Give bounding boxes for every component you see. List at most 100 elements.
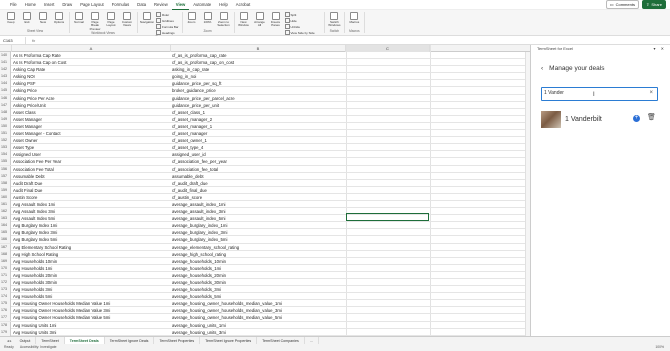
menu-tab-review[interactable]: Review	[150, 0, 172, 10]
cell-b[interactable]: average_assault_index_1mi	[171, 201, 345, 208]
cell-b[interactable]: average_housing_owner_households_median_…	[171, 307, 345, 314]
ribbon-button-switch-windows[interactable]: Switch Windows	[327, 12, 341, 28]
cell-b[interactable]: asking_in_cap_rate	[171, 66, 345, 73]
clear-search-icon[interactable]: ×	[649, 88, 653, 99]
cell-b[interactable]: cf_audit_draft_due	[171, 180, 345, 187]
cell-a[interactable]: Avg Burglary Index 5mi	[12, 236, 170, 243]
comments-button[interactable]: ▭ Comments	[605, 0, 639, 9]
deal-search-input[interactable]: 1 Vander I ×	[541, 87, 658, 101]
cell-a[interactable]: Asking NOI	[12, 73, 170, 80]
cell-b[interactable]: cf_audit_final_due	[171, 187, 345, 194]
cell-a[interactable]: Avg Households 30min	[12, 279, 170, 286]
cell-b[interactable]: cf_as_is_proforma_cap_rate	[171, 52, 345, 59]
cell-b[interactable]: assumable_debt	[171, 173, 345, 180]
cell-a[interactable]: Avg Housing Owner Households Median Valu…	[12, 307, 170, 314]
cell-a[interactable]: Asking Price/Unit	[12, 102, 170, 109]
cell-b[interactable]: average_households_3mi	[171, 286, 345, 293]
row-number[interactable]: 144	[0, 80, 11, 88]
row-number[interactable]: 152	[0, 137, 11, 145]
ribbon-option-hide[interactable]: Hide	[285, 18, 322, 23]
cell-a[interactable]: Austin Score	[12, 194, 170, 201]
cell-b[interactable]: average_households_5mi	[171, 293, 345, 300]
cell-b[interactable]: going_in_noi	[171, 73, 345, 80]
cell-a[interactable]: Avg Assault Index 5mi	[12, 215, 170, 222]
cell-a[interactable]: Asking Price Per Acre	[12, 95, 170, 102]
menu-tab-draw[interactable]: Draw	[58, 0, 76, 10]
row-number[interactable]: 160	[0, 193, 11, 201]
cell-a[interactable]: As Is Proforma Cap Rate	[12, 52, 170, 59]
ribbon-button-navigation[interactable]: Navigation	[140, 12, 154, 24]
row-number[interactable]: 157	[0, 172, 11, 180]
menu-tab-help[interactable]: Help	[215, 0, 232, 10]
cell-a[interactable]: Asking Price	[12, 87, 170, 94]
row-number[interactable]: 163	[0, 215, 11, 223]
cell-a[interactable]: Audit Draft Due	[12, 180, 170, 187]
cell-a[interactable]: Avg High School Rating	[12, 251, 170, 258]
cell-b[interactable]: average_housing_owner_households_median_…	[171, 314, 345, 321]
row-number[interactable]: 164	[0, 222, 11, 230]
cell-a[interactable]: Avg Assault Index 3mi	[12, 208, 170, 215]
cell-b[interactable]: guidance_price_per_unit	[171, 102, 345, 109]
ribbon-option-formula-bar[interactable]: Formula Bar	[156, 24, 179, 29]
select-all-corner[interactable]	[0, 45, 12, 52]
row-number[interactable]: 140	[0, 52, 11, 59]
cell-b[interactable]: cf_asset_class_1	[171, 109, 345, 116]
cell-a[interactable]: Avg Households 20min	[12, 272, 170, 279]
cell-b[interactable]: average_housing_units_3mi	[171, 329, 345, 336]
ribbon-button-normal[interactable]: Normal	[72, 12, 86, 24]
zoom-level[interactable]: 100%	[655, 344, 670, 351]
cell-b[interactable]: cf_austin_score	[171, 194, 345, 201]
cell-a[interactable]: Association Fee Per Year	[12, 158, 170, 165]
row-number[interactable]: 168	[0, 250, 11, 258]
menu-tab-formulas[interactable]: Formulas	[108, 0, 133, 10]
cell-a[interactable]: Asking Cap Rate	[12, 66, 170, 73]
cell-b[interactable]: guidance_price_per_sq_ft	[171, 80, 345, 87]
pane-controls[interactable]: ▾ ✕	[654, 45, 670, 53]
cell-a[interactable]: Avg Households 3mi	[12, 286, 170, 293]
cell-a[interactable]: Avg Assault Index 1mi	[12, 201, 170, 208]
row-number[interactable]: 172	[0, 279, 11, 286]
menu-tab-automate[interactable]: Automate	[189, 0, 215, 10]
cell-a[interactable]: Assumable Debt	[12, 173, 170, 180]
ribbon-option-split[interactable]: Split	[285, 12, 322, 17]
row-number[interactable]: 154	[0, 151, 11, 159]
cell-b[interactable]: average_assault_index_5mi	[171, 215, 345, 222]
cell-a[interactable]: Asset Type	[12, 144, 170, 151]
ribbon-option-ruler[interactable]: Ruler	[156, 12, 179, 17]
cell-a[interactable]: Asking PSF	[12, 80, 170, 87]
cell-a[interactable]: Avg Housing Units 3mi	[12, 329, 170, 336]
row-number[interactable]: 155	[0, 158, 11, 166]
row-number[interactable]: 142	[0, 66, 11, 74]
ribbon-option-view-side-by-side[interactable]: View Side by Side	[285, 30, 322, 35]
cell-a[interactable]: Avg Housing Owner Households Median Valu…	[12, 300, 170, 307]
cell-a[interactable]: Avg Burglary Index 1mi	[12, 222, 170, 229]
cell-b[interactable]: cf_asset_manager	[171, 130, 345, 137]
row-number[interactable]: 179	[0, 328, 11, 336]
row-number[interactable]: 158	[0, 179, 11, 187]
ribbon-button-freeze-panes[interactable]: Freeze Panes	[269, 12, 283, 28]
cell-b[interactable]: cf_asset_manager_2	[171, 116, 345, 123]
row-number[interactable]: 159	[0, 186, 11, 194]
row-number[interactable]: 149	[0, 115, 11, 123]
cell-b[interactable]: assigned_user_id	[171, 151, 345, 158]
cell-b[interactable]: average_assault_index_3mi	[171, 208, 345, 215]
cell-b[interactable]: average_high_school_rating	[171, 251, 345, 258]
cell-a[interactable]: Avg Housing Owner Households Median Valu…	[12, 314, 170, 321]
cell-b[interactable]: average_elementary_school_rating	[171, 244, 345, 251]
ribbon-button-page-break-preview[interactable]: Page Break Preview	[88, 12, 102, 31]
row-number[interactable]: 166	[0, 236, 11, 244]
cell-a[interactable]: Assigned User	[12, 151, 170, 158]
row-number[interactable]: 176	[0, 307, 11, 315]
row-number[interactable]: 151	[0, 130, 11, 138]
row-number[interactable]: 162	[0, 208, 11, 216]
menu-tab-view[interactable]: View	[171, 0, 190, 10]
column-header-b[interactable]: B	[171, 45, 346, 52]
cell-a[interactable]: Avg Households 10min	[12, 258, 170, 265]
cell-b[interactable]: average_households_10min	[171, 258, 345, 265]
cell-b[interactable]: average_burglary_index_3mi	[171, 229, 345, 236]
cell-b[interactable]: cf_association_fee_per_year	[171, 158, 345, 165]
row-number[interactable]: 145	[0, 87, 11, 95]
accessibility-status[interactable]: Accessibility: Investigate	[20, 344, 57, 351]
menu-tab-data[interactable]: Data	[133, 0, 150, 10]
row-number[interactable]: 169	[0, 257, 11, 265]
